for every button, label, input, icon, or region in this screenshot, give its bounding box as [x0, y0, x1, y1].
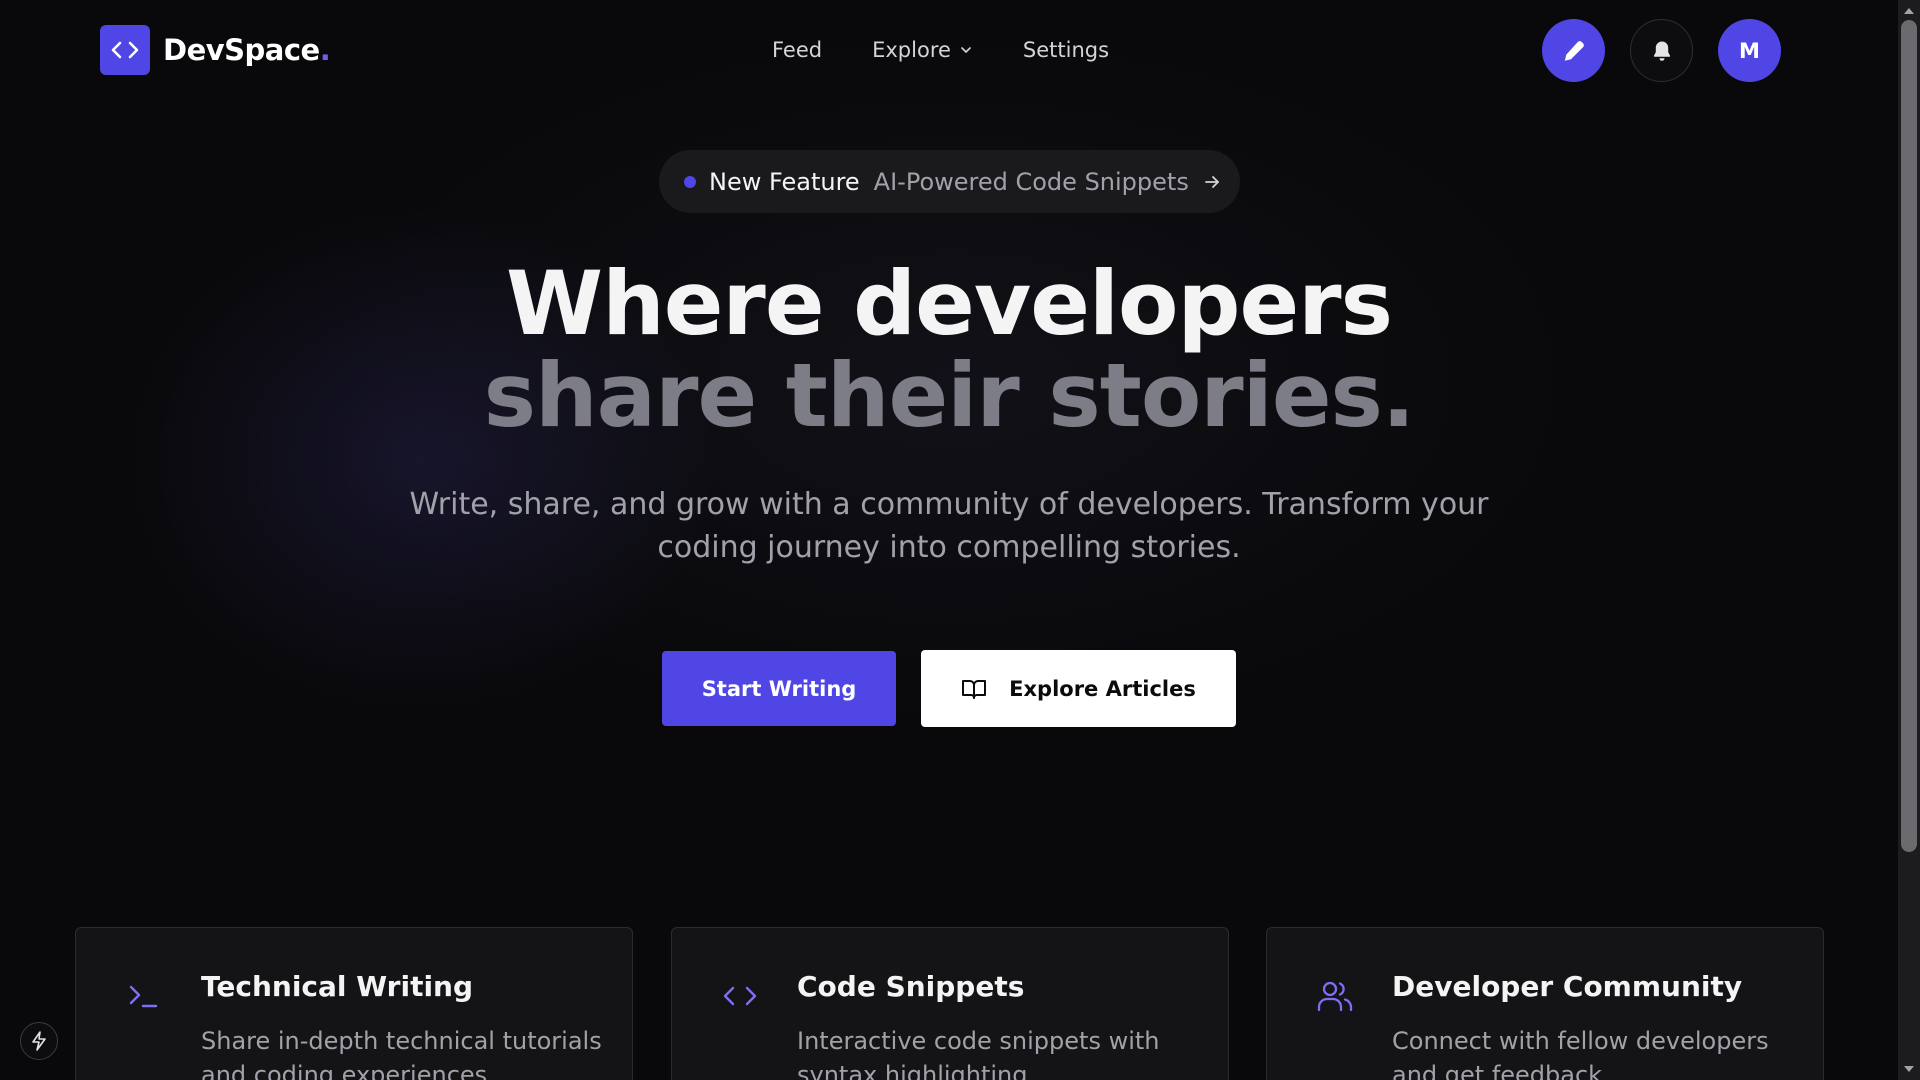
user-avatar[interactable]: M [1718, 19, 1781, 82]
pen-icon [1561, 38, 1587, 64]
nav-link-feed[interactable]: Feed [772, 38, 822, 62]
start-writing-button[interactable]: Start Writing [662, 651, 896, 726]
scroll-down-arrow-icon[interactable] [1898, 1060, 1920, 1078]
feature-title: Code Snippets [797, 970, 1025, 1003]
notifications-button[interactable] [1630, 19, 1693, 82]
hero-title: Where developers share their stories. [0, 258, 1898, 442]
start-writing-label: Start Writing [701, 676, 857, 701]
brand-logo[interactable]: DevSpace. [100, 25, 331, 75]
status-dot [684, 175, 696, 188]
lightning-button[interactable] [20, 1022, 58, 1060]
hero-title-line2: share their stories. [483, 344, 1416, 447]
lightning-bolt-icon [30, 1031, 48, 1051]
brand-dot: . [319, 33, 331, 67]
feature-title: Developer Community [1392, 970, 1743, 1003]
feature-card-developer-community: Developer Community Connect with fellow … [1266, 927, 1824, 1080]
feature-description: Share in-depth technical tutorials and c… [201, 1027, 602, 1080]
feature-card-code-snippets: Code Snippets Interactive code snippets … [671, 927, 1229, 1080]
terminal-icon [126, 978, 162, 1014]
chevron-down-icon [959, 43, 973, 57]
feature-description: Interactive code snippets with syntax hi… [797, 1027, 1160, 1080]
new-feature-badge[interactable]: New Feature AI-Powered Code Snippets [659, 150, 1240, 213]
scroll-up-arrow-icon[interactable] [1898, 2, 1920, 20]
explore-articles-label: Explore Articles [1009, 676, 1196, 701]
arrow-right-icon [1203, 173, 1221, 191]
landing-page: DevSpace. Feed Explore Settings M New Fe… [0, 0, 1920, 1080]
bell-icon [1650, 39, 1674, 63]
avatar-initial: M [1739, 38, 1760, 63]
top-navigation: DevSpace. Feed Explore Settings M [0, 0, 1898, 100]
feature-description: Connect with fellow developers and get f… [1392, 1027, 1769, 1080]
feature-card-technical-writing: Technical Writing Share in-depth technic… [75, 927, 633, 1080]
badge-label: New Feature [709, 167, 860, 196]
hero-subtitle: Write, share, and grow with a community … [409, 487, 1489, 565]
write-button[interactable] [1542, 19, 1605, 82]
hero-title-line1: Where developers [506, 252, 1393, 355]
primary-nav: Feed Explore Settings [772, 33, 1109, 67]
badge-text: AI-Powered Code Snippets [873, 167, 1189, 196]
vertical-scrollbar[interactable] [1898, 0, 1920, 1080]
feature-title: Technical Writing [201, 970, 474, 1003]
code-icon [722, 978, 758, 1014]
book-open-icon [961, 677, 987, 701]
brand-name: DevSpace. [163, 33, 331, 67]
users-icon [1317, 978, 1353, 1014]
nav-link-explore[interactable]: Explore [872, 38, 973, 62]
nav-link-settings[interactable]: Settings [1023, 38, 1109, 62]
scrollbar-thumb[interactable] [1901, 20, 1917, 852]
nav-actions: M [1542, 19, 1781, 82]
code-brackets-icon [100, 25, 150, 75]
explore-articles-button[interactable]: Explore Articles [921, 650, 1236, 727]
